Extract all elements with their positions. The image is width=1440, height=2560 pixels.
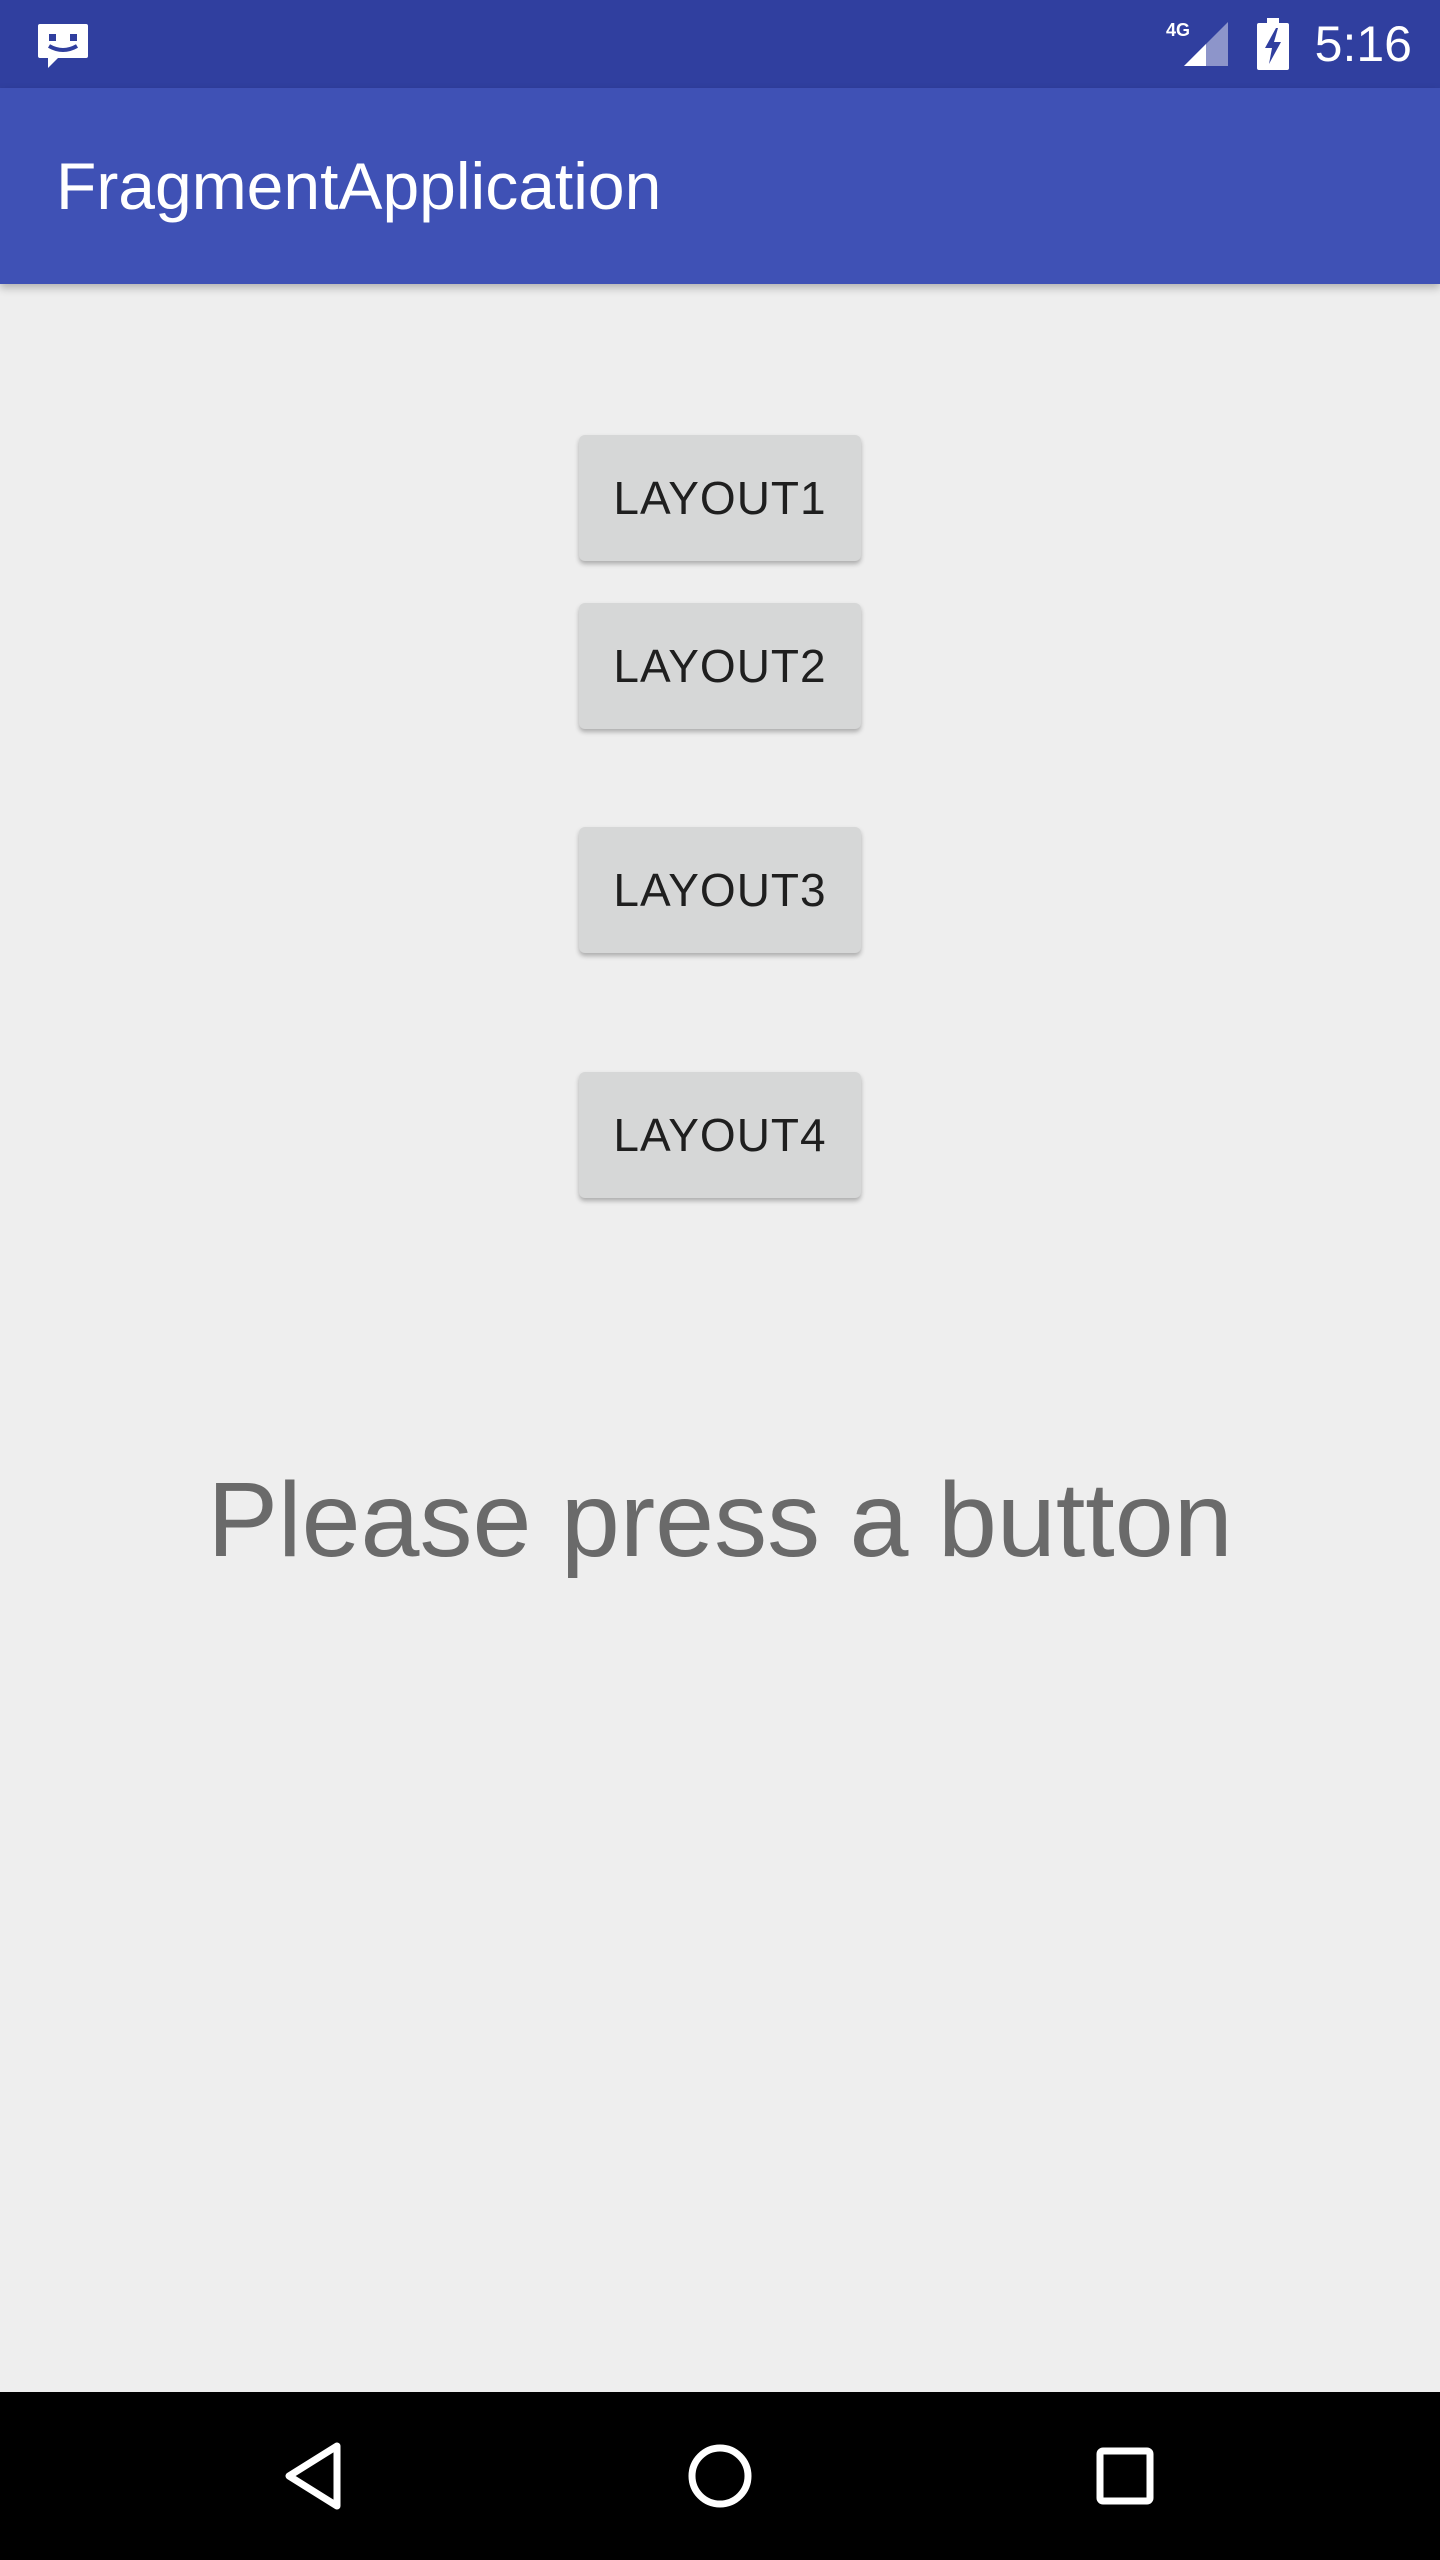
chat-bubble-icon bbox=[38, 24, 88, 68]
home-icon[interactable] bbox=[670, 2426, 770, 2526]
prompt-message: Please press a button bbox=[207, 1461, 1233, 1579]
layout4-button[interactable]: LAYOUT4 bbox=[579, 1072, 861, 1198]
status-bar: 4G 5:16 bbox=[0, 0, 1440, 88]
app-screen: 4G 5:16 FragmentApplication LAYOUT1 LAYO… bbox=[0, 0, 1440, 2560]
layout3-button[interactable]: LAYOUT3 bbox=[579, 827, 861, 953]
cellular-signal-icon: 4G bbox=[1166, 20, 1228, 66]
status-clock: 5:16 bbox=[1314, 16, 1412, 72]
app-bar: FragmentApplication bbox=[0, 88, 1440, 284]
recents-icon[interactable] bbox=[1075, 2426, 1175, 2526]
back-icon[interactable] bbox=[265, 2426, 365, 2526]
app-title: FragmentApplication bbox=[56, 149, 662, 223]
network-type-label: 4G bbox=[1166, 20, 1190, 40]
layout1-button[interactable]: LAYOUT1 bbox=[579, 435, 861, 561]
navigation-bar bbox=[0, 2392, 1440, 2560]
battery-charging-icon bbox=[1257, 18, 1289, 70]
layout2-button[interactable]: LAYOUT2 bbox=[579, 603, 861, 729]
